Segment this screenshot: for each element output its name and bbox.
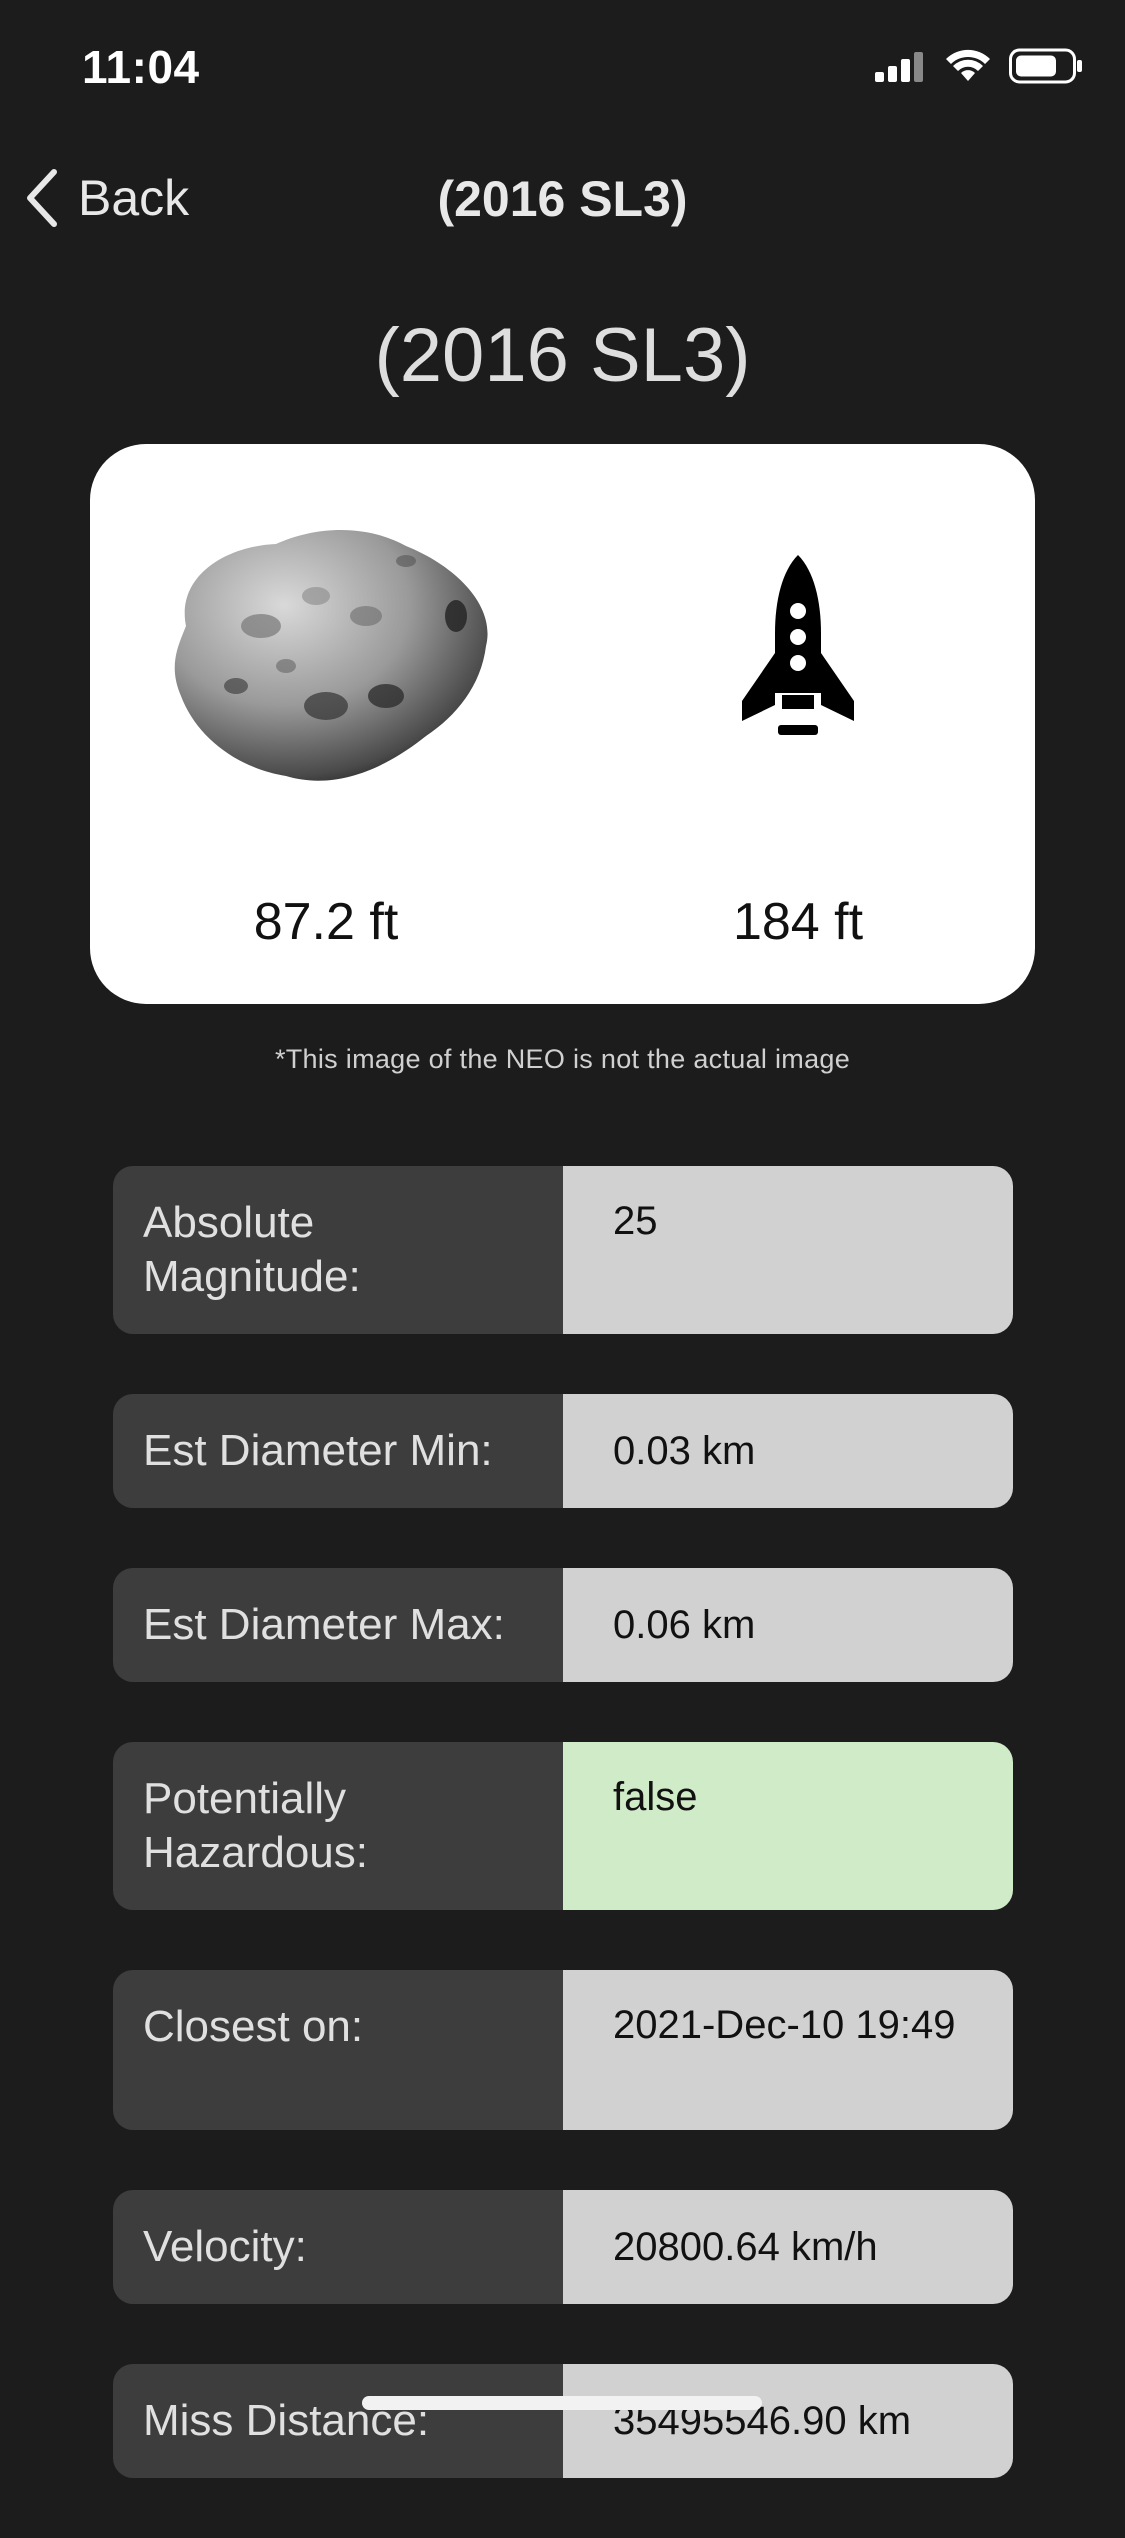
page-title: (2016 SL3) [374, 313, 751, 398]
asteroid-icon [174, 530, 488, 781]
detail-label: Potentially Hazardous: [113, 1742, 563, 1910]
detail-value: 0.03 km [563, 1394, 1013, 1508]
detail-value: 35495546.90 km [563, 2364, 1013, 2478]
hazard-status-value: false [563, 1742, 1013, 1910]
status-icons [875, 48, 1083, 84]
detail-row-velocity: Velocity: 20800.64 km/h [113, 2190, 1013, 2304]
detail-value: 0.06 km [563, 1568, 1013, 1682]
detail-row-est-diameter-max: Est Diameter Max: 0.06 km [113, 1568, 1013, 1682]
detail-row-absolute-magnitude: Absolute Magnitude: 25 [113, 1166, 1013, 1334]
nav-title: (2016 SL3) [437, 171, 688, 227]
asteroid-column: 87.2 ft [90, 444, 562, 1004]
asteroid-image [90, 516, 562, 786]
rocket-icon [742, 555, 854, 735]
navigation-bar: Back (2016 SL3) [0, 150, 1125, 250]
home-indicator[interactable] [362, 2396, 762, 2410]
detail-value: 25 [563, 1166, 1013, 1334]
asteroid-size: 87.2 ft [253, 893, 399, 951]
detail-row-miss-distance: Miss Distance: 35495546.90 km [113, 2364, 1013, 2478]
detail-row-potentially-hazardous: Potentially Hazardous: false [113, 1742, 1013, 1910]
status-bar: 11:04 [0, 0, 1125, 140]
detail-label: Miss Distance: [113, 2364, 563, 2478]
wifi-icon [946, 49, 990, 81]
status-time: 11:04 [82, 41, 200, 93]
cellular-signal-icon [875, 52, 923, 82]
size-comparison-card: 87.2 ft 184 ft [90, 444, 1035, 1004]
rocket-size: 184 ft [732, 893, 864, 951]
detail-row-closest-on: Closest on: 2021-Dec-10 19:49 [113, 1970, 1013, 2130]
rocket-column: 184 ft [562, 444, 1034, 1004]
detail-row-est-diameter-min: Est Diameter Min: 0.03 km [113, 1394, 1013, 1508]
battery-icon [1009, 48, 1082, 84]
neo-details-list: Absolute Magnitude: 25 Est Diameter Min:… [113, 1166, 1013, 2538]
detail-label: Est Diameter Max: [113, 1568, 563, 1682]
detail-label: Closest on: [113, 1970, 563, 2130]
detail-value: 20800.64 km/h [563, 2190, 1013, 2304]
detail-label: Est Diameter Min: [113, 1394, 563, 1508]
image-disclaimer: *This image of the NEO is not the actual… [274, 1044, 851, 1074]
detail-label: Velocity: [113, 2190, 563, 2304]
rocket-image [562, 516, 1034, 786]
detail-value: 2021-Dec-10 19:49 [563, 1970, 1013, 2130]
detail-label: Absolute Magnitude: [113, 1166, 563, 1334]
